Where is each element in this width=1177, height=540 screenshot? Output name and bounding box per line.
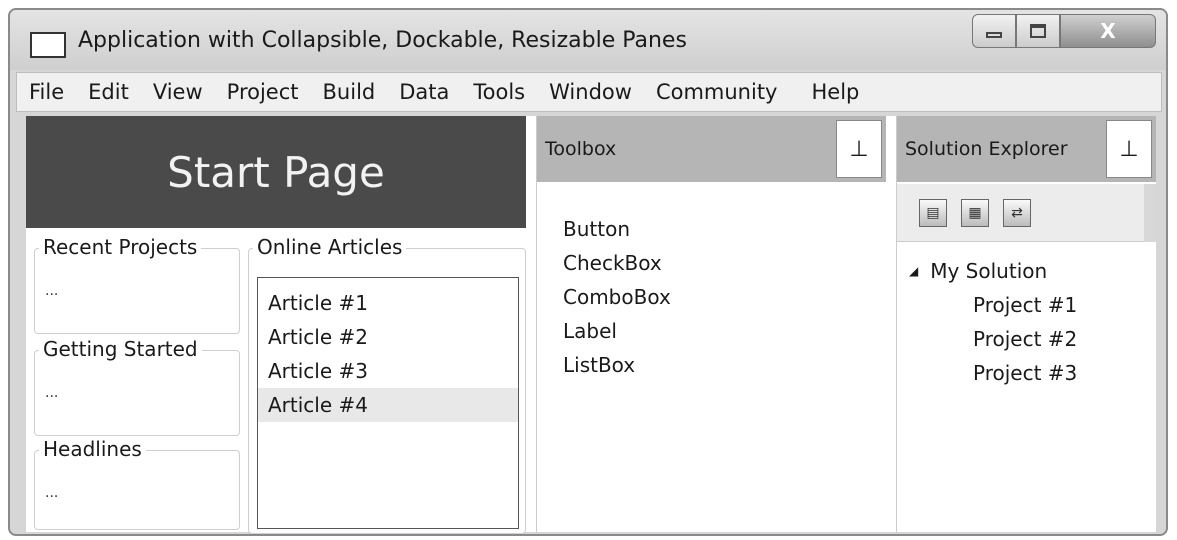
menu-view[interactable]: View xyxy=(153,80,203,104)
toolbox-item[interactable]: Button xyxy=(563,212,671,246)
solution-explorer-header: Solution Explorer ⊥ xyxy=(897,116,1156,182)
recent-projects-group: Recent Projects ... xyxy=(34,235,240,334)
menu-edit[interactable]: Edit xyxy=(88,80,129,104)
getting-started-content: ... xyxy=(45,385,59,401)
recent-projects-content: ... xyxy=(45,283,59,299)
headlines-content: ... xyxy=(45,485,59,501)
close-button[interactable]: X xyxy=(1060,14,1156,48)
solution-explorer-pane: Solution Explorer ⊥ ▤ ▦ ⇄ ◢ My Solution … xyxy=(896,116,1156,532)
content-area: Start Page Recent Projects ... Getting S… xyxy=(26,116,1156,534)
list-item[interactable]: Article #2 xyxy=(258,320,518,354)
menu-build[interactable]: Build xyxy=(323,80,376,104)
tree-item[interactable]: Project #2 xyxy=(909,322,1077,356)
online-articles-group: Online Articles Article #1 Article #2 Ar… xyxy=(248,235,526,534)
expanded-triangle-icon[interactable]: ◢ xyxy=(909,254,918,288)
toolbox-header: Toolbox ⊥ xyxy=(537,116,886,182)
toolbox-pane: Toolbox ⊥ Button CheckBox ComboBox Label… xyxy=(536,116,886,532)
menu-community[interactable]: Community xyxy=(656,80,778,104)
menu-project[interactable]: Project xyxy=(227,80,299,104)
toolbox-item[interactable]: ComboBox xyxy=(563,280,671,314)
tree-root-label: My Solution xyxy=(930,259,1048,283)
toolbox-pin-button[interactable]: ⊥ xyxy=(836,120,882,178)
application-window: Application with Collapsible, Dockable, … xyxy=(8,8,1168,536)
menu-data[interactable]: Data xyxy=(399,80,449,104)
start-page-title: Start Page xyxy=(26,116,526,228)
menu-help[interactable]: Help xyxy=(811,80,859,104)
tree-item[interactable]: Project #3 xyxy=(909,356,1077,390)
properties-icon[interactable]: ▤ xyxy=(919,198,947,227)
tree-item[interactable]: Project #1 xyxy=(909,288,1077,322)
minimize-button[interactable] xyxy=(972,14,1016,48)
tree-root[interactable]: ◢ My Solution xyxy=(909,254,1077,288)
online-articles-title: Online Articles xyxy=(253,235,407,259)
toolbox-list: Button CheckBox ComboBox Label ListBox xyxy=(563,212,671,382)
getting-started-group: Getting Started ... xyxy=(34,337,240,436)
list-item[interactable]: Article #4 xyxy=(258,388,518,422)
toolbox-item[interactable]: Label xyxy=(563,314,671,348)
toolbox-item[interactable]: CheckBox xyxy=(563,246,671,280)
title-bar[interactable]: Application with Collapsible, Dockable, … xyxy=(10,10,1166,70)
window-icon xyxy=(30,32,66,58)
minimize-icon xyxy=(986,32,1002,38)
menu-tools[interactable]: Tools xyxy=(473,80,525,104)
articles-list[interactable]: Article #1 Article #2 Article #3 Article… xyxy=(257,277,519,529)
show-all-files-icon[interactable]: ▦ xyxy=(961,198,989,227)
solution-explorer-title: Solution Explorer xyxy=(905,138,1068,160)
headlines-group: Headlines ... xyxy=(34,437,240,530)
toolbox-item[interactable]: ListBox xyxy=(563,348,671,382)
getting-started-title: Getting Started xyxy=(39,337,202,361)
pin-icon: ⊥ xyxy=(849,136,869,162)
list-item[interactable]: Article #1 xyxy=(258,286,518,320)
recent-projects-title: Recent Projects xyxy=(39,235,202,259)
pin-icon: ⊥ xyxy=(1119,136,1139,162)
menu-window[interactable]: Window xyxy=(549,80,632,104)
solution-tree: ◢ My Solution Project #1 Project #2 Proj… xyxy=(909,254,1077,390)
maximize-icon xyxy=(1030,24,1046,38)
start-page-body: Recent Projects ... Getting Started ... … xyxy=(26,228,526,534)
headlines-title: Headlines xyxy=(39,437,146,461)
solution-explorer-toolbar: ▤ ▦ ⇄ xyxy=(897,184,1156,242)
menu-file[interactable]: File xyxy=(29,80,64,104)
toolbox-title: Toolbox xyxy=(545,138,617,160)
toolbar-overflow-handle[interactable] xyxy=(1144,184,1156,242)
maximize-button[interactable] xyxy=(1016,14,1060,48)
refresh-icon[interactable]: ⇄ xyxy=(1003,198,1031,227)
window-title: Application with Collapsible, Dockable, … xyxy=(78,28,687,53)
menu-bar: File Edit View Project Build Data Tools … xyxy=(16,72,1162,112)
solution-explorer-pin-button[interactable]: ⊥ xyxy=(1106,120,1152,178)
list-item[interactable]: Article #3 xyxy=(258,354,518,388)
caption-buttons: X xyxy=(972,14,1156,48)
